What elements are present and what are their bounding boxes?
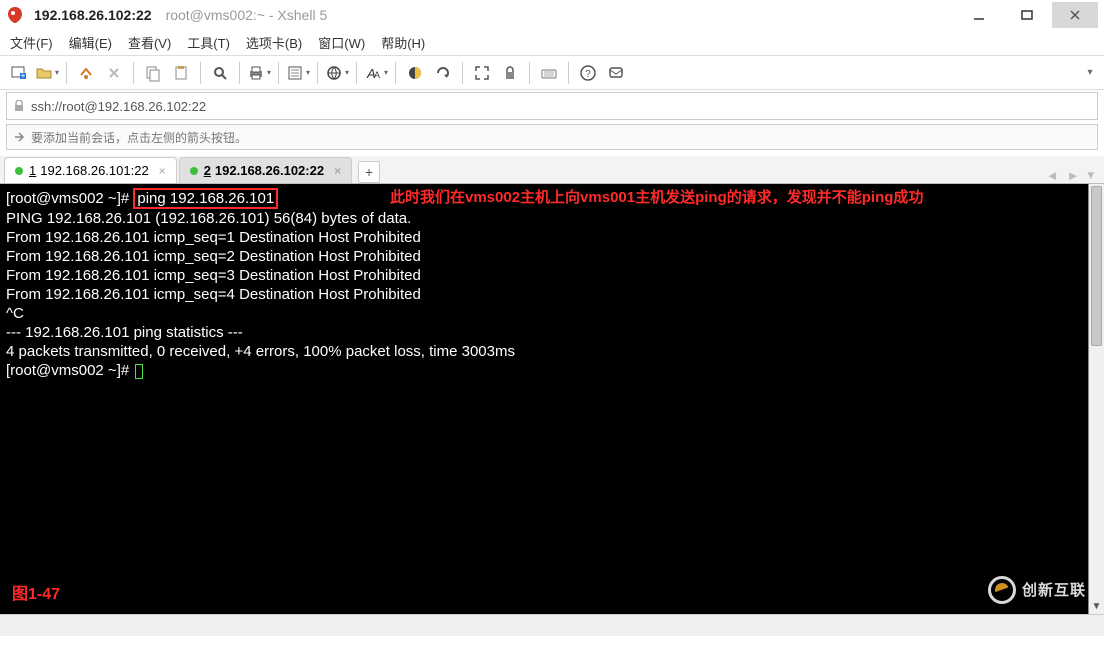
status-dot-icon: [190, 167, 198, 175]
watermark-text: 创新互联: [1022, 581, 1086, 600]
session-tab-1[interactable]: 1 192.168.26.101:22 ×: [4, 157, 177, 183]
color-scheme-icon[interactable]: [402, 60, 428, 86]
svg-text:A: A: [374, 70, 380, 80]
tab-prev-icon: ◄: [1046, 168, 1059, 183]
app-logo-icon: [6, 6, 24, 24]
tab1-number: 1: [29, 163, 36, 178]
hint-arrow-icon[interactable]: [7, 130, 31, 144]
svg-text:?: ?: [585, 69, 591, 80]
reconnect-icon[interactable]: [73, 60, 99, 86]
paste-icon[interactable]: [168, 60, 194, 86]
address-text: ssh://root@192.168.26.102:22: [31, 99, 1097, 114]
fullscreen-icon[interactable]: [469, 60, 495, 86]
title-bar: 192.168.26.102:22 root@vms002:~ - Xshell…: [0, 0, 1104, 30]
terminal-line: 4 packets transmitted, 0 received, +4 er…: [6, 342, 1098, 361]
keymap-icon[interactable]: [536, 60, 562, 86]
new-tab-button[interactable]: +: [358, 161, 380, 183]
tab-strip: 1 192.168.26.101:22 × 2 192.168.26.102:2…: [0, 156, 1104, 184]
font-icon[interactable]: AA▾: [363, 60, 389, 86]
new-session-icon[interactable]: +: [6, 60, 32, 86]
lock-icon[interactable]: [497, 60, 523, 86]
copy-icon[interactable]: [140, 60, 166, 86]
tab2-close-icon[interactable]: ×: [334, 164, 341, 178]
terminal-line: ^C: [6, 304, 1098, 323]
toolbar-overflow-icon[interactable]: ▾: [1082, 67, 1098, 78]
menu-bar: 文件(F) 编辑(E) 查看(V) 工具(T) 选项卡(B) 窗口(W) 帮助(…: [0, 30, 1104, 56]
refresh-icon[interactable]: [430, 60, 456, 86]
open-folder-icon[interactable]: ▾: [34, 60, 60, 86]
close-button[interactable]: [1052, 2, 1098, 28]
tab2-number: 2: [204, 163, 211, 178]
menu-tabs[interactable]: 选项卡(B): [246, 33, 302, 52]
disconnect-icon[interactable]: [101, 60, 127, 86]
status-dot-icon: [15, 167, 23, 175]
hint-bar: 要添加当前会话，点击左侧的箭头按钮。: [6, 124, 1098, 150]
toolbar: + ▾ ▾ ▾ ▾ AA▾ ? ▾: [0, 56, 1104, 90]
menu-edit[interactable]: 编辑(E): [69, 33, 112, 52]
properties-icon[interactable]: ▾: [285, 60, 311, 86]
maximize-button[interactable]: [1004, 2, 1050, 28]
terminal-scrollbar[interactable]: ▼: [1088, 184, 1104, 614]
hint-text: 要添加当前会话，点击左侧的箭头按钮。: [31, 129, 247, 146]
figure-label: 图1-47: [12, 585, 60, 604]
tab1-label: 192.168.26.101:22: [40, 163, 148, 178]
menu-help[interactable]: 帮助(H): [381, 33, 425, 52]
watermark: 创新互联: [988, 576, 1086, 604]
session-tab-2[interactable]: 2 192.168.26.102:22 ×: [179, 157, 352, 183]
lock-small-icon: [7, 100, 31, 112]
terminal-pane[interactable]: 此时我们在vms002主机上向vms001主机发送ping的请求，发现并不能pi…: [0, 184, 1104, 614]
minimize-button[interactable]: [956, 2, 1002, 28]
highlighted-command: ping 192.168.26.101: [133, 188, 278, 209]
menu-view[interactable]: 查看(V): [128, 33, 171, 52]
help-icon[interactable]: ?: [575, 60, 601, 86]
svg-text:+: +: [21, 71, 26, 80]
window-title-ip: 192.168.26.102:22: [34, 7, 152, 23]
status-bar: [0, 614, 1104, 636]
tab-nav-arrows[interactable]: ◄ ► ▾: [1046, 167, 1100, 183]
terminal-line: From 192.168.26.101 icmp_seq=2 Destinati…: [6, 247, 1098, 266]
terminal-line: From 192.168.26.101 icmp_seq=1 Destinati…: [6, 228, 1098, 247]
menu-window[interactable]: 窗口(W): [318, 33, 365, 52]
terminal-line: From 192.168.26.101 icmp_seq=3 Destinati…: [6, 266, 1098, 285]
scrollbar-down-icon[interactable]: ▼: [1089, 598, 1104, 614]
print-icon[interactable]: ▾: [246, 60, 272, 86]
tab-next-icon: ►: [1067, 168, 1080, 183]
tab-list-icon: ▾: [1087, 167, 1094, 183]
terminal-line: --- 192.168.26.101 ping statistics ---: [6, 323, 1098, 342]
address-bar[interactable]: ssh://root@192.168.26.102:22: [6, 92, 1098, 120]
terminal-line: [root@vms002 ~]#: [6, 361, 1098, 380]
menu-file[interactable]: 文件(F): [10, 33, 53, 52]
cursor-icon: [135, 364, 143, 379]
window-title-sub: root@vms002:~ - Xshell 5: [166, 7, 328, 23]
tab2-label: 192.168.26.102:22: [215, 163, 324, 178]
annotation-text: 此时我们在vms002主机上向vms001主机发送ping的请求，发现并不能pi…: [390, 188, 923, 207]
menu-tools[interactable]: 工具(T): [187, 33, 230, 52]
find-icon[interactable]: [207, 60, 233, 86]
compose-icon[interactable]: [603, 60, 629, 86]
terminal-line: From 192.168.26.101 icmp_seq=4 Destinati…: [6, 285, 1098, 304]
watermark-logo-icon: [988, 576, 1016, 604]
terminal-line: PING 192.168.26.101 (192.168.26.101) 56(…: [6, 209, 1098, 228]
tab1-close-icon[interactable]: ×: [159, 164, 166, 178]
web-icon[interactable]: ▾: [324, 60, 350, 86]
scrollbar-thumb[interactable]: [1091, 186, 1102, 346]
